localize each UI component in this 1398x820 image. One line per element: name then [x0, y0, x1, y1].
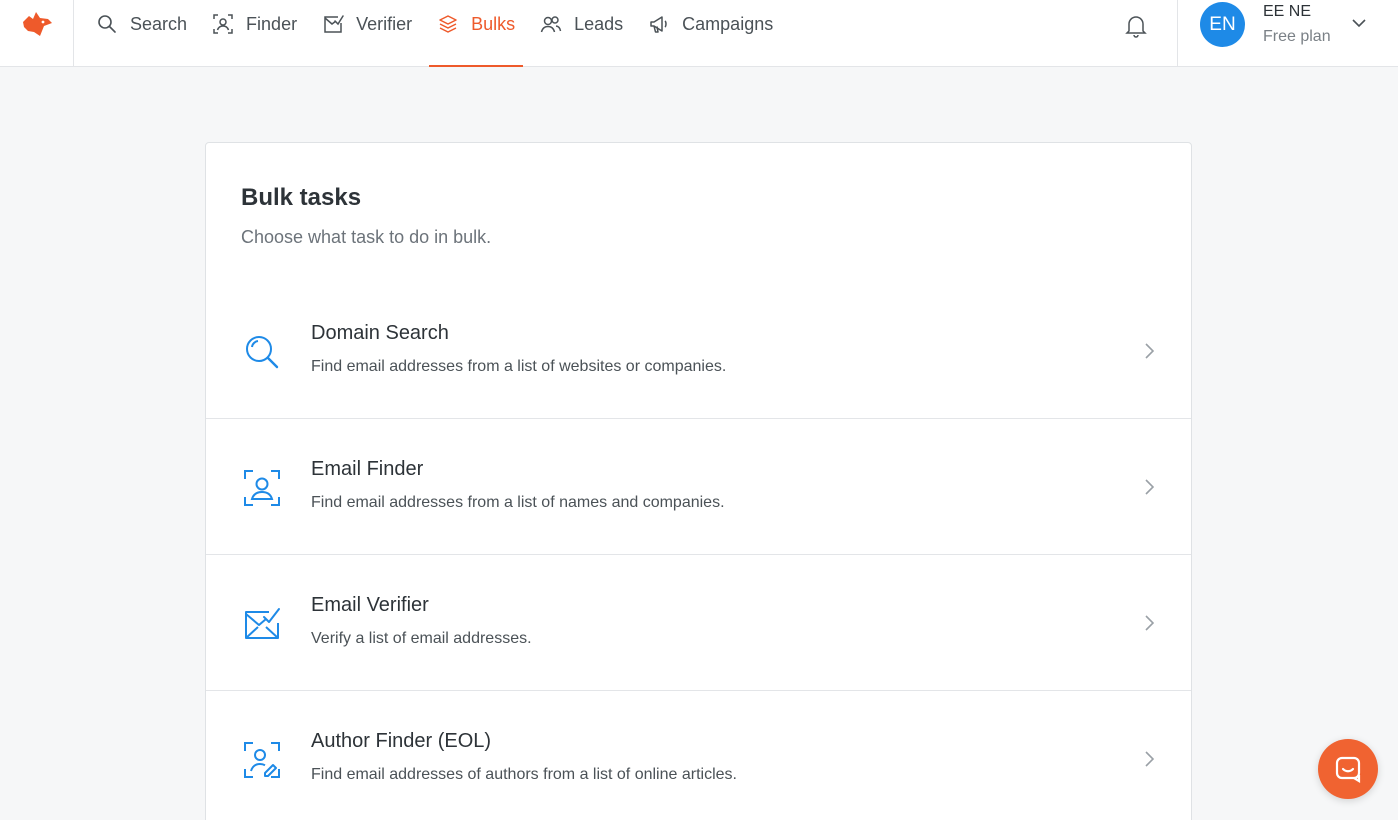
nav-item-search[interactable]: Search — [88, 0, 195, 66]
task-email-verifier[interactable]: Email Verifier Verify a list of email ad… — [206, 555, 1191, 691]
nav-item-leads[interactable]: Leads — [532, 0, 631, 66]
account-plan: Free plan — [1263, 28, 1331, 45]
nav-item-label: Bulks — [471, 14, 516, 34]
notifications-button[interactable] — [1122, 12, 1150, 40]
chevron-down-icon — [1350, 14, 1368, 32]
chevron-right-icon — [1142, 749, 1156, 769]
nav-item-bulks[interactable]: Bulks — [429, 0, 524, 67]
account-menu[interactable]: EN EE NE Free plan — [1200, 0, 1390, 66]
nav-item-campaigns[interactable]: Campaigns — [640, 0, 781, 66]
task-title: Email Verifier — [311, 594, 429, 616]
account-divider — [1177, 0, 1178, 66]
finder-icon — [212, 13, 234, 35]
top-navigation-bar: Search Finder Verifier Bulks Leads Campa… — [0, 0, 1398, 67]
chevron-right-icon — [1142, 341, 1156, 361]
avatar: EN — [1200, 2, 1245, 47]
task-description: Find email addresses of authors from a l… — [311, 766, 737, 783]
fox-logo-icon — [22, 12, 52, 36]
leads-icon — [540, 13, 562, 35]
nav-item-label: Leads — [574, 14, 624, 34]
search-icon — [96, 13, 118, 35]
logo[interactable] — [0, 0, 74, 66]
task-domain-search[interactable]: Domain Search Find email addresses from … — [206, 283, 1191, 419]
bell-icon — [1125, 16, 1147, 38]
nav-item-label: Verifier — [356, 14, 413, 34]
task-title: Author Finder (EOL) — [311, 730, 492, 752]
account-name: EE NE — [1263, 3, 1312, 20]
task-description: Find email addresses from a list of webs… — [311, 358, 727, 375]
nav-item-label: Search — [130, 14, 188, 34]
envelope-check-icon — [242, 604, 282, 644]
chat-launcher-button[interactable] — [1318, 739, 1378, 799]
nav-item-verifier[interactable]: Verifier — [314, 0, 420, 66]
task-author-finder[interactable]: Author Finder (EOL) Find email addresses… — [206, 691, 1191, 820]
task-description: Find email addresses from a list of name… — [311, 494, 725, 511]
task-email-finder[interactable]: Email Finder Find email addresses from a… — [206, 419, 1191, 555]
page-subtitle: Choose what task to do in bulk. — [241, 227, 492, 247]
task-description: Verify a list of email addresses. — [311, 630, 532, 647]
task-title: Email Finder — [311, 458, 424, 480]
bulk-tasks-card: Bulk tasks Choose what task to do in bul… — [205, 142, 1192, 820]
nav-item-label: Finder — [246, 14, 298, 34]
main-nav: Search Finder Verifier Bulks Leads Campa… — [88, 0, 790, 67]
campaigns-icon — [648, 13, 670, 35]
author-pen-icon — [242, 740, 282, 780]
task-title: Domain Search — [311, 322, 449, 344]
chevron-right-icon — [1142, 477, 1156, 497]
magnifier-icon — [242, 332, 282, 372]
bulks-icon — [437, 13, 459, 35]
chat-icon — [1335, 756, 1361, 783]
nav-item-label: Campaigns — [682, 14, 774, 34]
nav-item-finder[interactable]: Finder — [204, 0, 305, 66]
person-frame-icon — [242, 468, 282, 508]
chevron-right-icon — [1142, 613, 1156, 633]
verifier-icon — [322, 13, 344, 35]
page-title: Bulk tasks — [241, 184, 362, 211]
